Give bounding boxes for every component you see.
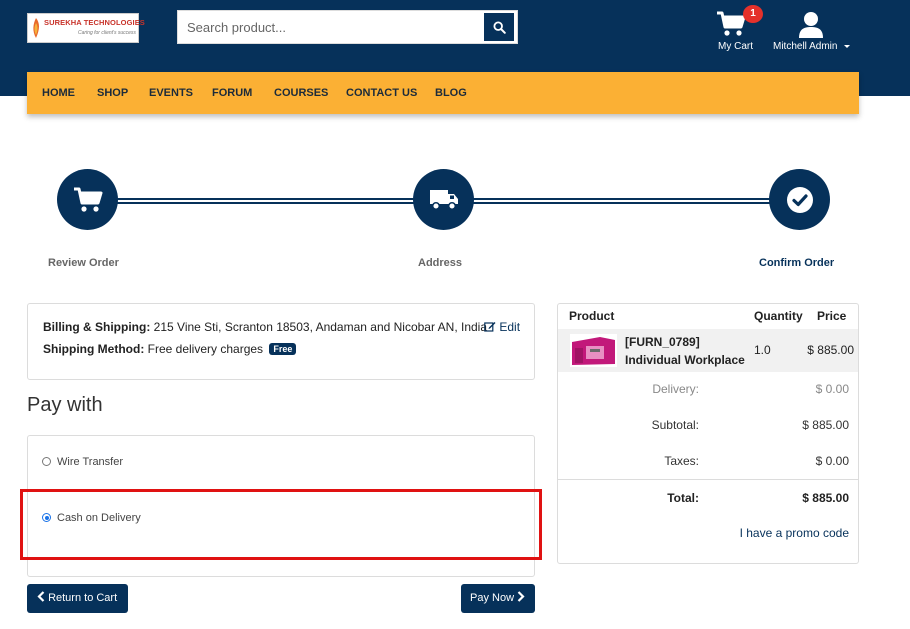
delivery-value: $ 0.00 [815,382,849,396]
edit-label: Edit [499,320,521,334]
wire-transfer-label: Wire Transfer [57,456,124,468]
cart-count-badge: 1 [743,5,763,23]
product-quantity: 1.0 [754,343,771,357]
delivery-label: Delivery: [652,382,699,396]
total-label: Total: [667,491,699,505]
logo-flame-icon [33,18,39,38]
highlight-box [20,489,542,560]
free-badge: Free [269,343,297,355]
edit-address-link[interactable]: Edit [484,320,520,334]
billing-shipping-line: Billing & Shipping: 215 Vine Sti, Scrant… [43,320,487,334]
main-nav: HOME SHOP EVENTS FORUM COURSES CONTACT U… [27,72,859,114]
step-label-address: Address [418,257,463,269]
header-quantity: Quantity [754,309,803,323]
cart-icon [73,187,102,212]
truck-icon [429,189,458,210]
cart-label: My Cart [718,41,753,52]
order-line-item: [FURN_0789] Individual Workplace 1.0 $ 8… [558,329,858,372]
header-price: Price [817,309,847,323]
payment-option-wire-transfer[interactable]: Wire Transfer [42,456,123,468]
search-button[interactable] [484,13,514,41]
cart-button[interactable]: 1 My Cart [716,5,763,52]
shipping-method-line: Shipping Method: Free delivery charges F… [43,342,297,356]
search-icon [492,20,506,34]
step-label-review-order: Review Order [48,257,119,269]
summary-divider [558,479,858,480]
logo-tagline: Caring for client's success [78,30,136,36]
return-to-cart-label: Return to Cart [48,592,118,604]
subtotal-value: $ 885.00 [802,418,849,432]
check-circle-icon [786,186,813,213]
order-summary: Product Quantity Price [FURN_0789] Indiv… [557,303,859,564]
pay-with-heading: Pay with [27,394,103,416]
step-confirm-order [769,169,830,230]
product-name[interactable]: [FURN_0789] Individual Workplace [625,333,745,369]
taxes-value: $ 0.00 [815,454,849,468]
product-code: [FURN_0789] [625,335,700,349]
pay-now-label: Pay Now [470,592,515,604]
return-to-cart-button[interactable]: Return to Cart [27,584,128,613]
nav-item-shop[interactable]: SHOP [97,72,128,114]
cart-icon [717,11,746,36]
taxes-label: Taxes: [664,454,699,468]
nav-item-forum[interactable]: FORUM [212,72,252,114]
edit-icon [484,322,496,332]
pay-now-button[interactable]: Pay Now [461,584,535,613]
chevron-right-icon [517,591,525,602]
product-title: Individual Workplace [625,353,745,367]
chevron-left-icon [37,591,45,602]
user-icon [799,12,823,38]
search-input[interactable] [178,11,484,43]
nav-item-contact-us[interactable]: CONTACT US [346,72,417,114]
billing-label: Billing & Shipping: [43,320,151,334]
wire-transfer-radio[interactable] [42,457,51,466]
nav-item-events[interactable]: EVENTS [149,72,193,114]
search-box [177,10,518,44]
nav-item-blog[interactable]: BLOG [435,72,467,114]
address-card: Billing & Shipping: 215 Vine Sti, Scrant… [27,303,535,380]
shipping-method-value: Free delivery charges [147,342,264,356]
subtotal-label: Subtotal: [651,418,699,432]
shipping-method-label: Shipping Method: [43,342,145,356]
chevron-down-icon [844,45,850,48]
header-product: Product [569,309,615,323]
product-thumbnail[interactable] [570,334,617,367]
user-menu[interactable]: Mitchell Admin [772,10,856,52]
user-name: Mitchell Admin [773,41,838,52]
step-review-order [57,169,118,230]
product-price: $ 885.00 [807,343,854,357]
logo-company-name: SUREKHA TECHNOLOGIES [44,18,145,27]
step-label-confirm-order: Confirm Order [759,257,835,269]
total-value: $ 885.00 [802,491,849,505]
company-logo[interactable]: SUREKHA TECHNOLOGIES Caring for client's… [27,13,145,43]
step-address [413,169,474,230]
nav-item-courses[interactable]: COURSES [274,72,328,114]
billing-address: 215 Vine Sti, Scranton 18503, Andaman an… [153,320,488,334]
promo-code-link[interactable]: I have a promo code [740,526,849,540]
nav-item-home[interactable]: HOME [42,72,75,114]
